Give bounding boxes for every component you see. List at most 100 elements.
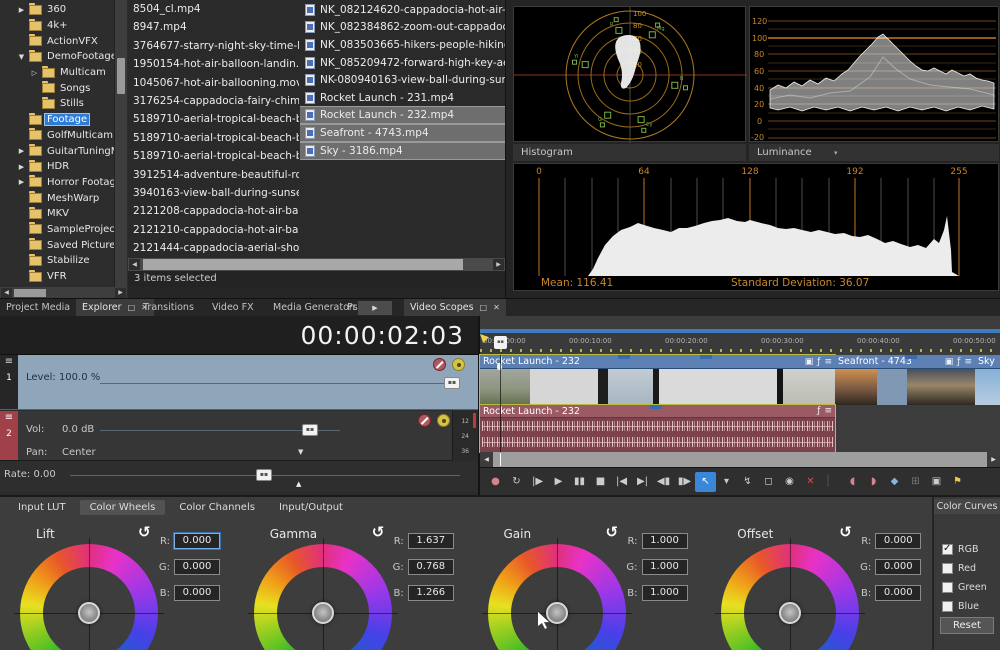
scrollbar-thumb[interactable] (143, 259, 463, 270)
scrollbar-thumb[interactable] (14, 289, 46, 297)
playback-rate-control[interactable]: Rate: 0.00 ▲ (0, 461, 478, 492)
loop-playback-button[interactable]: ↻ (506, 472, 527, 492)
level-slider-track[interactable] (100, 383, 452, 384)
scrollbar-thumb[interactable] (117, 58, 125, 94)
play-from-start-button[interactable]: |▶ (527, 472, 548, 492)
wheel-reset-button[interactable]: ↺ (138, 523, 151, 541)
file-item[interactable]: Sky - 3186.mp4 (300, 142, 505, 160)
pan-crop-icon[interactable]: ▣ (805, 357, 814, 367)
color-wheel[interactable] (488, 544, 626, 650)
file-item[interactable]: 1950154-hot-air-balloon-landin... (128, 55, 299, 73)
toolbar-separator[interactable]: ▏ (821, 472, 842, 492)
fade-out-button[interactable]: ◗ (863, 472, 884, 492)
track-strip[interactable]: ≡ 1 (0, 355, 18, 409)
scroll-left-icon[interactable]: ◀ (480, 452, 493, 467)
next-frame-button[interactable]: ▮▶ (674, 472, 695, 492)
curve-channel-option[interactable]: Blue (942, 600, 987, 613)
file-item[interactable]: 3764677-starry-night-sky-time-l... (128, 37, 299, 55)
red-value-input[interactable]: 0.000 (174, 533, 220, 549)
file-item[interactable]: 8947.mp4 (128, 18, 299, 36)
curves-reset-button[interactable]: Reset (940, 617, 994, 634)
color-wheel-puck[interactable] (312, 602, 334, 624)
curve-channel-option[interactable]: RGB (942, 543, 987, 556)
rate-slider-handle[interactable] (256, 469, 272, 481)
green-value-input[interactable]: 0.000 (174, 559, 220, 575)
wheel-reset-button[interactable]: ↺ (606, 523, 619, 541)
green-value-input[interactable]: 0.768 (408, 559, 454, 575)
blue-value-input[interactable]: 1.000 (642, 585, 688, 601)
delete-button[interactable]: ✕ (800, 472, 821, 492)
file-item[interactable]: 3912514-adventure-beautiful-ro... (128, 166, 299, 184)
color-wheel-puck[interactable] (78, 602, 100, 624)
blue-value-input[interactable]: 0.000 (875, 585, 921, 601)
tree-expander-icon[interactable]: ▶ (17, 6, 26, 14)
waveform-channel-dropdown[interactable]: Luminance ▾ (749, 144, 999, 161)
record-button[interactable]: ● (485, 472, 506, 492)
tree-item[interactable]: ▶ GuitarTuningM (0, 143, 114, 159)
timeline-ruler[interactable]: 00:00:00:0000:00:10:0000:00:20:0000:00:3… (480, 333, 1000, 355)
tab-scroll-button[interactable]: ▶ (358, 301, 392, 315)
file-item[interactable]: 5189710-aerial-tropical-beach-b... (128, 147, 299, 165)
timecode-display[interactable]: 00:00:02:03 (0, 316, 478, 355)
grading-tab[interactable]: Input/Output (269, 500, 353, 515)
file-list-horizontal-scrollbar[interactable]: ◀ ▶ (128, 258, 505, 271)
tree-item[interactable]: Footage (0, 112, 114, 128)
timeline-horizontal-scrollbar[interactable]: ◀ ▶ (480, 452, 1000, 467)
tree-item[interactable]: ▼ DemoFootage (0, 49, 114, 65)
stop-button[interactable]: ■ (590, 472, 611, 492)
lock-button[interactable]: ▣ (926, 472, 947, 492)
tree-item[interactable]: SampleProject (0, 222, 114, 238)
audio-clip[interactable]: Rocket Launch - 232 ƒ ≡ (480, 405, 835, 452)
tab-partial[interactable]: Pr (347, 299, 356, 317)
go-to-end-button[interactable]: ▶| (632, 472, 653, 492)
video-clip[interactable]: Rocket Launch - 232 ▣ ƒ ≡ (480, 355, 835, 405)
tab-video-scopes[interactable]: Video Scopes □ ✕ (404, 299, 506, 317)
pan-center-marker[interactable]: ▼ (298, 448, 303, 456)
event-fx-icon[interactable]: ƒ (817, 357, 820, 367)
checkbox-icon[interactable] (942, 601, 953, 612)
color-wheel[interactable] (254, 544, 392, 650)
color-wheel-puck[interactable] (779, 602, 801, 624)
clip-header[interactable]: Sky - (975, 355, 1000, 369)
event-fx-icon[interactable]: ƒ (957, 357, 960, 367)
tab-video-fx[interactable]: Video FX (212, 299, 254, 317)
file-item[interactable]: 2121208-cappadocia-hot-air-bal... (128, 202, 299, 220)
envelope-tool-button[interactable]: ↯ (737, 472, 758, 492)
level-slider-handle[interactable] (444, 377, 460, 389)
tab-media-generators[interactable]: Media Generators (273, 299, 358, 317)
color-wheel[interactable] (721, 544, 859, 650)
green-value-input[interactable]: 1.000 (642, 559, 688, 575)
file-item[interactable]: 2121444-cappadocia-aerial-shot... (128, 239, 299, 257)
track-menu-icon[interactable]: ≡ (0, 411, 18, 425)
tree-item[interactable]: 4k+ (0, 18, 114, 34)
file-item[interactable]: 8504_cl.mp4 (128, 0, 299, 18)
tree-item[interactable]: MeshWarp (0, 190, 114, 206)
tool-dropdown[interactable]: ▾ (716, 472, 737, 492)
edit-tool-button[interactable]: ↖ (695, 472, 716, 492)
file-item[interactable]: 2121210-cappadocia-hot-air-bal... (128, 221, 299, 239)
selection-tool-button[interactable]: ◻ (758, 472, 779, 492)
track-solo-button[interactable] (437, 414, 450, 427)
tree-item[interactable]: ▷ Multicam (0, 65, 114, 81)
tree-expander-icon[interactable]: ▶ (17, 178, 26, 186)
video-track-header[interactable]: ≡ 1 Level: 100.0 % (0, 355, 478, 410)
file-item[interactable]: 5189710-aerial-tropical-beach-b... (128, 110, 299, 128)
scroll-right-icon[interactable]: ▶ (115, 288, 126, 298)
video-clip[interactable]: Sky - (975, 355, 1000, 405)
blue-value-input[interactable]: 1.266 (408, 585, 454, 601)
close-icon[interactable]: ✕ (493, 299, 500, 317)
marker-button[interactable]: ⚑ (947, 472, 968, 492)
grading-tab[interactable]: Input LUT (8, 500, 76, 515)
tree-expander-icon[interactable]: ▶ (17, 147, 26, 155)
scroll-left-icon[interactable]: ◀ (1, 288, 12, 298)
scroll-right-icon[interactable]: ▶ (987, 452, 1000, 467)
wheel-reset-button[interactable]: ↺ (839, 523, 852, 541)
audio-track-header[interactable]: ≡ 2 Vol: 0.0 dB Pan: Center ▼ 12 24 36 (0, 411, 478, 461)
tree-item[interactable]: Saved Pictures (0, 237, 114, 253)
file-item[interactable]: NK_082384862-zoom-out-cappadocia-... (300, 19, 505, 37)
tree-item[interactable]: Stills (0, 96, 114, 112)
file-item[interactable]: 3176254-cappadocia-fairy-chim... (128, 92, 299, 110)
clip-menu-icon[interactable]: ≡ (964, 357, 972, 367)
file-item[interactable]: Rocket Launch - 231.mp4 (300, 89, 505, 107)
wheel-reset-button[interactable]: ↺ (372, 523, 385, 541)
